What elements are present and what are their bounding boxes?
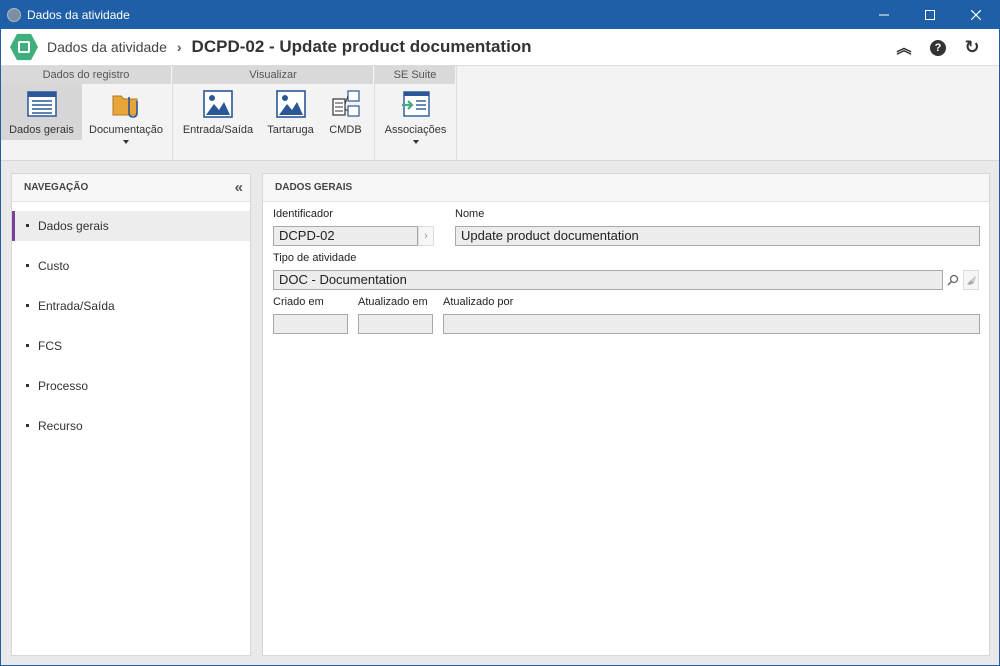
app-window: Dados da atividade Dados da atividade › …	[0, 0, 1000, 666]
dropdown-caret-icon	[123, 140, 129, 144]
identificador-label: Identificador	[273, 208, 333, 220]
ribbon-dados-gerais-button[interactable]: Dados gerais	[1, 84, 82, 140]
ribbon-associacoes-button[interactable]: Associações	[375, 84, 456, 144]
nav-item-label: Custo	[38, 259, 70, 273]
ribbon-toolbar: Dados do registro Dados gerais Documenta…	[1, 66, 999, 161]
dropdown-caret-icon	[412, 140, 419, 144]
ribbon-tartaruga-button[interactable]: Tartaruga	[263, 84, 318, 140]
app-logo-icon	[10, 33, 38, 61]
nome-label: Nome	[455, 208, 485, 220]
eraser-icon	[967, 276, 976, 285]
tipo-atividade-label: Tipo de atividade	[273, 252, 357, 264]
tipo-search-button[interactable]	[945, 270, 961, 290]
atualizado-em-field	[358, 314, 433, 334]
ribbon-item-label: CMDB	[329, 124, 362, 136]
breadcrumb-chevron-icon: ›	[176, 39, 182, 55]
bullet-icon	[26, 344, 29, 348]
image-icon	[275, 90, 306, 118]
ribbon-item-label: Documentação	[89, 124, 163, 136]
atualizado-por-field	[443, 314, 980, 334]
minimize-button[interactable]	[861, 1, 907, 29]
ribbon-item-label: Associações	[384, 124, 447, 136]
main-panel: DADOS GERAIS Identificador DCPD-02 › Nom…	[262, 173, 990, 656]
atualizado-por-label: Atualizado por	[443, 296, 514, 308]
association-icon	[401, 91, 430, 117]
nav-item-processo[interactable]: Processo	[12, 371, 250, 401]
bullet-icon	[26, 384, 29, 388]
criado-em-field	[273, 314, 348, 334]
chevron-right-icon: ›	[424, 230, 428, 242]
nav-item-label: Dados gerais	[38, 219, 109, 233]
ribbon-cmdb-button[interactable]: CMDB	[318, 84, 373, 140]
cmdb-icon	[331, 90, 360, 117]
ribbon-group-se-suite: SE Suite Associações	[375, 66, 457, 160]
close-button[interactable]	[953, 1, 999, 29]
ribbon-documentacao-button[interactable]: Documentação	[82, 84, 170, 144]
nav-item-custo[interactable]: Custo	[12, 251, 250, 281]
minimize-icon	[879, 14, 889, 16]
title-bar: Dados da atividade	[1, 1, 999, 29]
close-icon	[971, 10, 981, 20]
ribbon-group-title: Dados do registro	[1, 66, 172, 84]
bullet-icon	[26, 304, 29, 308]
folder-clip-icon	[112, 95, 138, 118]
main-panel-header: DADOS GERAIS	[263, 174, 989, 202]
ribbon-group-title: SE Suite	[375, 66, 456, 84]
ribbon-group-title: Visualizar	[173, 66, 374, 84]
image-icon	[203, 90, 233, 118]
ribbon-group-visualizar: Visualizar Entrada/Saída Tartaruga CMDB	[173, 66, 375, 160]
nav-item-dados-gerais[interactable]: Dados gerais	[12, 211, 250, 241]
collapse-up-button[interactable]: ︽	[887, 29, 921, 66]
content-area: NAVEGAÇÃO « Dados gerais Custo Entrada/S…	[11, 173, 990, 656]
help-icon: ?	[930, 39, 946, 56]
navigation-list: Dados gerais Custo Entrada/Saída FCS Pro…	[12, 211, 250, 441]
bullet-icon	[26, 224, 29, 228]
search-icon	[947, 274, 959, 286]
refresh-icon: ↻	[964, 37, 980, 57]
double-chevron-up-icon: ︽	[896, 40, 912, 57]
header-actions: ︽ ? ↻	[887, 29, 989, 66]
form-icon	[26, 91, 57, 117]
app-icon	[7, 8, 21, 22]
maximize-icon	[925, 10, 935, 20]
tipo-atividade-field[interactable]: DOC - Documentation	[273, 270, 943, 290]
window-controls	[861, 1, 999, 29]
navigation-title: NAVEGAÇÃO	[24, 182, 89, 193]
ribbon-entrada-saida-button[interactable]: Entrada/Saída	[173, 84, 263, 140]
bullet-icon	[26, 424, 29, 428]
ribbon-item-label: Dados gerais	[9, 124, 74, 136]
help-button[interactable]: ?	[921, 29, 955, 66]
page-title: DCPD-02 - Update product documentation	[191, 37, 532, 56]
nav-item-entrada-saida[interactable]: Entrada/Saída	[12, 291, 250, 321]
nav-item-label: Entrada/Saída	[38, 299, 115, 313]
criado-em-label: Criado em	[273, 296, 324, 308]
page-header: Dados da atividade › DCPD-02 - Update pr…	[1, 29, 999, 66]
nav-item-fcs[interactable]: FCS	[12, 331, 250, 361]
nav-item-label: Processo	[38, 379, 89, 393]
navigation-header: NAVEGAÇÃO «	[12, 174, 250, 202]
nav-item-label: FCS	[38, 339, 62, 353]
main-panel-title: DADOS GERAIS	[275, 182, 353, 193]
ribbon-group-registro: Dados do registro Dados gerais Documenta…	[1, 66, 173, 160]
nav-item-recurso[interactable]: Recurso	[12, 411, 250, 441]
identificador-next-button[interactable]: ›	[418, 226, 434, 246]
ribbon-item-label: Tartaruga	[267, 124, 314, 136]
nav-item-label: Recurso	[38, 419, 83, 433]
maximize-button[interactable]	[907, 1, 953, 29]
window-title: Dados da atividade	[27, 8, 130, 22]
refresh-button[interactable]: ↻	[955, 29, 989, 66]
atualizado-em-label: Atualizado em	[358, 296, 428, 308]
identificador-field[interactable]: DCPD-02	[273, 226, 418, 246]
nome-field[interactable]: Update product documentation	[455, 226, 980, 246]
navigation-panel: NAVEGAÇÃO « Dados gerais Custo Entrada/S…	[11, 173, 251, 656]
ribbon-item-label: Entrada/Saída	[182, 124, 254, 136]
collapse-left-icon[interactable]: «	[235, 174, 244, 202]
bullet-icon	[26, 264, 29, 268]
breadcrumb-root[interactable]: Dados da atividade	[47, 39, 167, 55]
tipo-clear-button[interactable]	[963, 270, 979, 290]
